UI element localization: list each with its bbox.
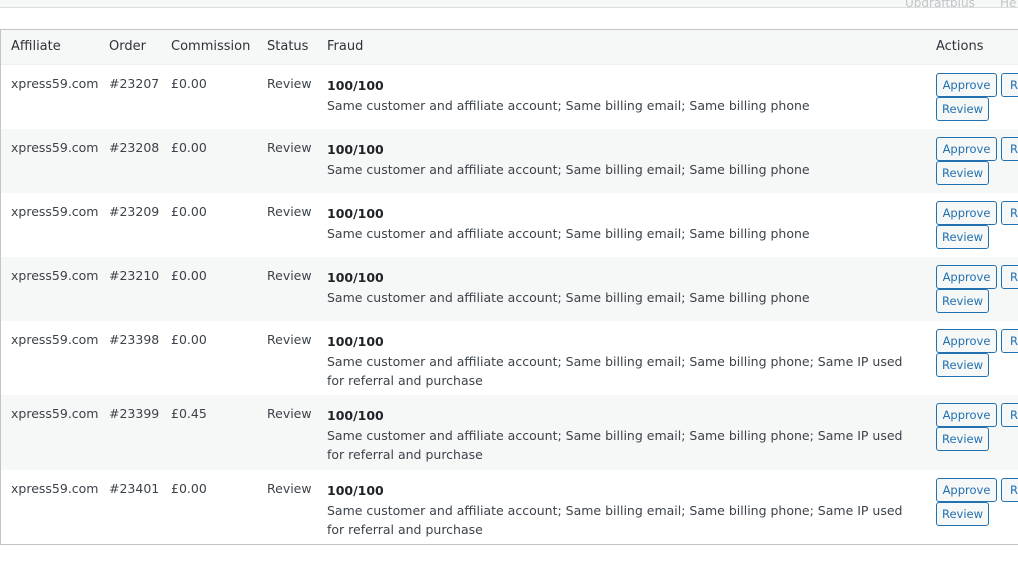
referrals-table: Affiliate Order Commission Status Fraud … (0, 29, 1018, 545)
table-row: xpress59.com #23208 £0.00 Review 100/100 Same… (1, 129, 1018, 193)
review-button[interactable]: Review (936, 427, 989, 451)
fraud-score: 100/100 (327, 270, 384, 285)
fraud-cell: 100/100 Same customer and affiliate accou… (327, 406, 922, 465)
fraud-reasons: Same customer and affiliate account; Sam… (327, 502, 903, 538)
fraud-reasons: Same customer and affiliate account; Sam… (327, 97, 810, 113)
order-cell[interactable]: #23208 (109, 140, 159, 155)
fraud-score: 100/100 (327, 483, 384, 498)
order-cell[interactable]: #23398 (109, 332, 159, 347)
status-cell: Review (267, 140, 312, 155)
reject-button[interactable]: Re (1001, 201, 1018, 225)
commission-cell: £0.00 (171, 481, 207, 496)
fraud-cell: 100/100 Same customer and affiliate accou… (327, 268, 922, 307)
order-cell[interactable]: #23399 (109, 406, 159, 421)
order-cell[interactable]: #23209 (109, 204, 159, 219)
reject-button[interactable]: Re (1001, 73, 1018, 97)
order-cell[interactable]: #23207 (109, 76, 159, 91)
fraud-score: 100/100 (327, 78, 384, 93)
affiliate-cell[interactable]: xpress59.com (11, 76, 99, 91)
column-header-fraud[interactable]: Fraud (327, 39, 363, 54)
fraud-reasons: Same customer and affiliate account; Sam… (327, 225, 810, 241)
review-button[interactable]: Review (936, 289, 989, 313)
table-row: xpress59.com #23398 £0.00 Review 100/100 Same… (1, 321, 1018, 395)
status-cell: Review (267, 481, 312, 496)
order-cell[interactable]: #23210 (109, 268, 159, 283)
table-body: xpress59.com #23207 £0.00 Review 100/100 Same… (1, 65, 1018, 544)
fraud-reasons: Same customer and affiliate account; Sam… (327, 289, 810, 305)
table-header-row: Affiliate Order Commission Status Fraud … (1, 30, 1018, 65)
fraud-reasons: Same customer and affiliate account; Sam… (327, 161, 810, 177)
status-cell: Review (267, 332, 312, 347)
reject-button[interactable]: Re (1001, 478, 1018, 502)
commission-cell: £0.00 (171, 204, 207, 219)
fraud-cell: 100/100 Same customer and affiliate accou… (327, 332, 922, 391)
affiliate-cell[interactable]: xpress59.com (11, 481, 99, 496)
commission-cell: £0.00 (171, 140, 207, 155)
approve-button[interactable]: Approve (936, 329, 997, 353)
column-header-status[interactable]: Status (267, 39, 308, 54)
affiliate-cell[interactable]: xpress59.com (11, 268, 99, 283)
review-button[interactable]: Review (936, 97, 989, 121)
approve-button[interactable]: Approve (936, 403, 997, 427)
approve-button[interactable]: Approve (936, 265, 997, 289)
affiliate-cell[interactable]: xpress59.com (11, 406, 99, 421)
review-button[interactable]: Review (936, 225, 989, 249)
status-cell: Review (267, 204, 312, 219)
column-header-affiliate[interactable]: Affiliate (11, 39, 61, 54)
status-cell: Review (267, 268, 312, 283)
review-button[interactable]: Review (936, 161, 989, 185)
reject-button[interactable]: Re (1001, 265, 1018, 289)
fraud-cell: 100/100 Same customer and affiliate accou… (327, 76, 922, 115)
order-cell[interactable]: #23401 (109, 481, 159, 496)
table-row: xpress59.com #23399 £0.45 Review 100/100 Same… (1, 395, 1018, 470)
top-bar-item-help[interactable]: He (1000, 0, 1016, 7)
affiliate-cell[interactable]: xpress59.com (11, 140, 99, 155)
status-cell: Review (267, 406, 312, 421)
approve-button[interactable]: Approve (936, 137, 997, 161)
commission-cell: £0.00 (171, 332, 207, 347)
status-cell: Review (267, 76, 312, 91)
column-header-commission[interactable]: Commission (171, 39, 250, 54)
reject-button[interactable]: Re (1001, 137, 1018, 161)
table-row: xpress59.com #23210 £0.00 Review 100/100 Same… (1, 257, 1018, 321)
approve-button[interactable]: Approve (936, 478, 997, 502)
commission-cell: £0.00 (171, 76, 207, 91)
commission-cell: £0.45 (171, 406, 207, 421)
fraud-reasons: Same customer and affiliate account; Sam… (327, 427, 903, 463)
affiliate-cell[interactable]: xpress59.com (11, 204, 99, 219)
reject-button[interactable]: Re (1001, 403, 1018, 427)
approve-button[interactable]: Approve (936, 201, 997, 225)
commission-cell: £0.00 (171, 268, 207, 283)
top-bar-item-updraftplus[interactable]: Updraftplus (905, 0, 975, 7)
fraud-score: 100/100 (327, 206, 384, 221)
table-row: xpress59.com #23209 £0.00 Review 100/100 Same… (1, 193, 1018, 257)
fraud-cell: 100/100 Same customer and affiliate accou… (327, 140, 922, 179)
review-button[interactable]: Review (936, 353, 989, 377)
fraud-score: 100/100 (327, 408, 384, 423)
affiliate-cell[interactable]: xpress59.com (11, 332, 99, 347)
fraud-cell: 100/100 Same customer and affiliate accou… (327, 481, 922, 540)
admin-top-bar: Updraftplus He (0, 0, 1018, 8)
fraud-cell: 100/100 Same customer and affiliate accou… (327, 204, 922, 243)
reject-button[interactable]: Re (1001, 329, 1018, 353)
fraud-score: 100/100 (327, 334, 384, 349)
review-button[interactable]: Review (936, 502, 989, 526)
fraud-score: 100/100 (327, 142, 384, 157)
column-header-order[interactable]: Order (109, 39, 146, 54)
table-row: xpress59.com #23207 £0.00 Review 100/100 Same… (1, 65, 1018, 129)
fraud-reasons: Same customer and affiliate account; Sam… (327, 353, 903, 389)
table-row: xpress59.com #23401 £0.00 Review 100/100 Same… (1, 470, 1018, 544)
column-header-actions: Actions (936, 39, 984, 54)
approve-button[interactable]: Approve (936, 73, 997, 97)
